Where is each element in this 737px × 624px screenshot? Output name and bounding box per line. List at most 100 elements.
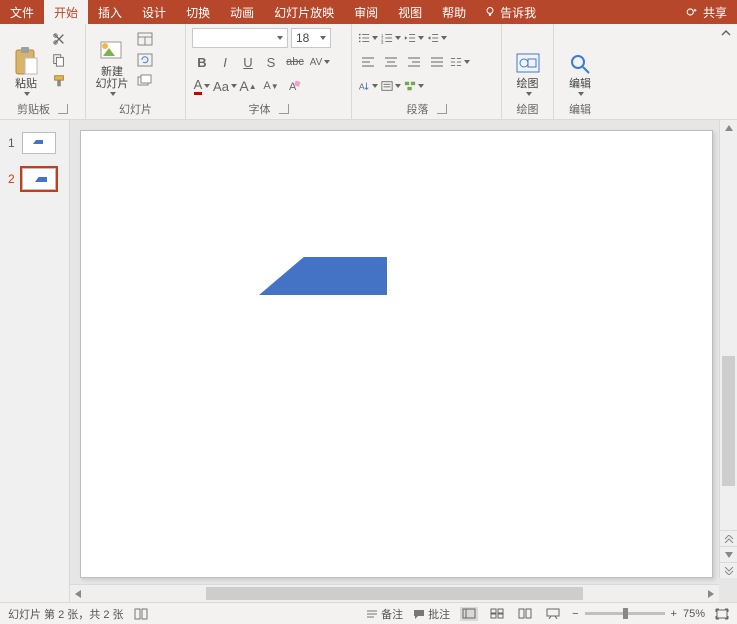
align-right-button[interactable] bbox=[404, 52, 424, 72]
tab-review[interactable]: 审阅 bbox=[344, 0, 388, 24]
slider-thumb[interactable] bbox=[623, 608, 628, 619]
chevron-right-icon bbox=[708, 590, 714, 598]
comments-button[interactable]: 批注 bbox=[413, 606, 450, 622]
grow-font-button[interactable]: A▲ bbox=[238, 76, 258, 96]
indent-dec-button[interactable] bbox=[404, 28, 424, 48]
zoom-slider[interactable] bbox=[585, 612, 665, 615]
paste-button[interactable]: 粘贴 bbox=[6, 28, 46, 96]
smartart-button[interactable] bbox=[404, 76, 424, 96]
drawing-button[interactable]: 绘图 bbox=[508, 28, 547, 96]
slideshow-view-button[interactable] bbox=[544, 607, 562, 621]
justify-icon bbox=[430, 56, 444, 68]
thumb-number: 1 bbox=[8, 136, 18, 150]
tab-design[interactable]: 设计 bbox=[132, 0, 176, 24]
svg-text:A: A bbox=[359, 81, 365, 91]
dialog-launcher-icon[interactable] bbox=[58, 104, 68, 114]
shape-icon bbox=[33, 140, 43, 144]
editing-button[interactable]: 编辑 bbox=[560, 28, 600, 96]
share-label: 共享 bbox=[703, 4, 727, 21]
scroll-down-button[interactable] bbox=[720, 546, 737, 562]
tab-home[interactable]: 开始 bbox=[44, 0, 88, 24]
tab-file[interactable]: 文件 bbox=[0, 0, 44, 24]
horizontal-scrollbar[interactable] bbox=[70, 584, 719, 602]
change-case-button[interactable]: Aa bbox=[215, 76, 235, 96]
tell-me-label: 告诉我 bbox=[500, 4, 536, 21]
shrink-font-button[interactable]: A▼ bbox=[261, 76, 281, 96]
reading-view-button[interactable] bbox=[516, 607, 534, 621]
reset-button[interactable] bbox=[136, 51, 154, 69]
next-slide-button[interactable] bbox=[720, 562, 737, 578]
align-left-button[interactable] bbox=[358, 52, 378, 72]
chevron-up-icon bbox=[721, 28, 731, 38]
spellcheck-button[interactable] bbox=[134, 608, 148, 620]
clear-format-button[interactable]: A bbox=[284, 76, 304, 96]
cut-button[interactable] bbox=[50, 30, 68, 48]
zoom-in-button[interactable]: + bbox=[671, 608, 677, 620]
zoom-out-button[interactable]: − bbox=[572, 608, 578, 620]
new-slide-button[interactable]: 新建 幻灯片 bbox=[92, 28, 132, 96]
font-name-combo[interactable] bbox=[192, 28, 288, 48]
format-painter-button[interactable] bbox=[50, 72, 68, 90]
double-chevron-down-icon bbox=[724, 567, 734, 575]
notes-button[interactable]: 备注 bbox=[366, 606, 403, 622]
align-center-button[interactable] bbox=[381, 52, 401, 72]
scroll-left-button[interactable] bbox=[70, 590, 86, 598]
fit-window-button[interactable] bbox=[715, 608, 729, 620]
shadow-button[interactable]: S bbox=[261, 52, 281, 72]
scroll-track[interactable] bbox=[720, 136, 737, 530]
tab-help[interactable]: 帮助 bbox=[432, 0, 476, 24]
tab-transition[interactable]: 切换 bbox=[176, 0, 220, 24]
justify-button[interactable] bbox=[427, 52, 447, 72]
underline-button[interactable]: U bbox=[238, 52, 258, 72]
editor-area bbox=[70, 120, 737, 602]
thumb-number: 2 bbox=[8, 172, 18, 186]
share-button[interactable]: 共享 bbox=[675, 0, 737, 24]
zoom-control: − + 75% bbox=[572, 608, 705, 620]
tab-animation[interactable]: 动画 bbox=[220, 0, 264, 24]
new-slide-label: 新建 幻灯片 bbox=[96, 66, 129, 90]
slide-thumb-2[interactable]: 2 bbox=[0, 166, 69, 202]
font-size-combo[interactable]: 18 bbox=[291, 28, 331, 48]
tab-view[interactable]: 视图 bbox=[388, 0, 432, 24]
zoom-level[interactable]: 75% bbox=[683, 608, 705, 620]
indent-inc-button[interactable] bbox=[427, 28, 447, 48]
numbering-button[interactable]: 123 bbox=[381, 28, 401, 48]
thumb-preview bbox=[22, 132, 56, 154]
bold-button[interactable]: B bbox=[192, 52, 212, 72]
font-color-button[interactable]: A bbox=[192, 76, 212, 96]
vertical-scrollbar[interactable] bbox=[719, 120, 737, 578]
group-drawing: 绘图 绘图 bbox=[502, 24, 554, 119]
tab-slideshow[interactable]: 幻灯片放映 bbox=[264, 0, 344, 24]
align-text-button[interactable] bbox=[381, 76, 401, 96]
strike-button[interactable]: abc bbox=[284, 52, 306, 72]
scroll-track[interactable] bbox=[86, 585, 703, 602]
tab-insert[interactable]: 插入 bbox=[88, 0, 132, 24]
copy-button[interactable] bbox=[50, 51, 68, 69]
columns-button[interactable] bbox=[450, 52, 470, 72]
layout-button[interactable] bbox=[136, 30, 154, 48]
scroll-up-button[interactable] bbox=[720, 120, 737, 136]
slide-canvas[interactable] bbox=[80, 130, 713, 578]
numbering-icon: 123 bbox=[381, 32, 393, 44]
scroll-thumb[interactable] bbox=[206, 587, 583, 600]
dialog-launcher-icon[interactable] bbox=[279, 104, 289, 114]
slide-counter: 幻灯片 第 2 张，共 2 张 bbox=[8, 606, 124, 622]
shape-icon bbox=[35, 177, 47, 182]
char-spacing-button[interactable]: AV bbox=[309, 52, 331, 72]
collapse-ribbon-button[interactable] bbox=[715, 24, 737, 119]
dialog-launcher-icon[interactable] bbox=[437, 104, 447, 114]
normal-view-button[interactable] bbox=[460, 607, 478, 621]
scroll-thumb[interactable] bbox=[722, 356, 735, 486]
slide-thumb-1[interactable]: 1 bbox=[0, 130, 69, 166]
trapezoid-shape[interactable] bbox=[259, 257, 387, 295]
tell-me[interactable]: 告诉我 bbox=[476, 0, 544, 24]
section-button[interactable] bbox=[136, 72, 154, 90]
share-icon bbox=[685, 5, 699, 19]
italic-button[interactable]: I bbox=[215, 52, 235, 72]
bullets-button[interactable] bbox=[358, 28, 378, 48]
prev-slide-button[interactable] bbox=[720, 530, 737, 546]
sorter-view-button[interactable] bbox=[488, 607, 506, 621]
text-direction-button[interactable]: A bbox=[358, 76, 378, 96]
scroll-right-button[interactable] bbox=[703, 590, 719, 598]
indent-icon bbox=[427, 32, 439, 44]
